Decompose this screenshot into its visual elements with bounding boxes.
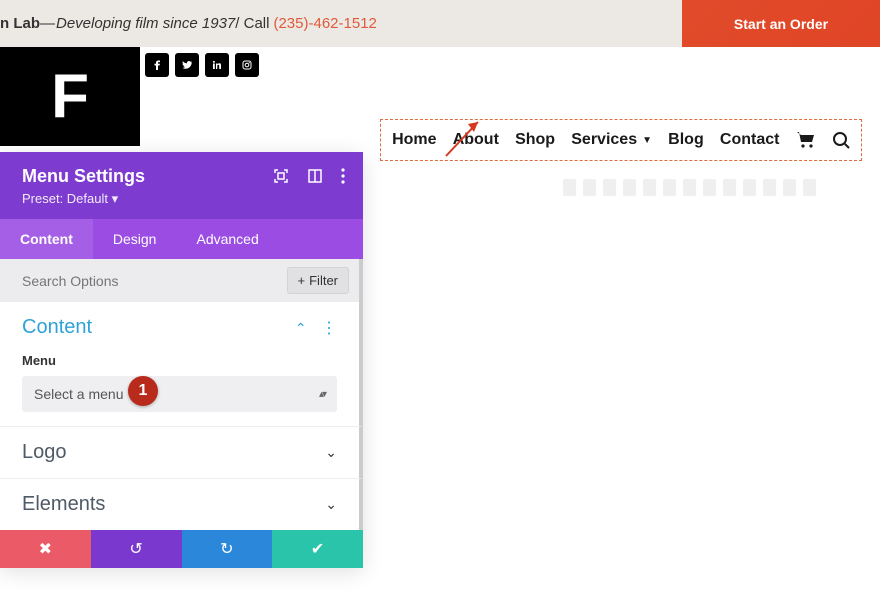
- tab-design[interactable]: Design: [93, 219, 177, 259]
- panel-tabs: Content Design Advanced: [0, 219, 363, 259]
- undo-button[interactable]: ↺: [91, 530, 182, 568]
- start-order-button[interactable]: Start an Order: [682, 0, 880, 47]
- instagram-icon[interactable]: [235, 53, 259, 77]
- save-button[interactable]: ✔: [272, 530, 363, 568]
- group-elements-toggle[interactable]: Elements ⌄: [22, 493, 337, 516]
- menu-field-label: Menu: [22, 353, 337, 368]
- panel-header: Menu Settings Preset: Default ▾: [0, 152, 363, 219]
- redo-button[interactable]: ↻: [182, 530, 273, 568]
- linkedin-icon[interactable]: [205, 53, 229, 77]
- filter-button[interactable]: + Filter: [287, 267, 349, 294]
- expand-icon[interactable]: [273, 168, 289, 189]
- nav-blog[interactable]: Blog: [668, 131, 704, 149]
- nav-home[interactable]: Home: [392, 131, 436, 149]
- announcement-bar: n Lab — Developing film since 1937 / Cal…: [0, 0, 880, 47]
- announcement-text: n Lab — Developing film since 1937 / Cal…: [0, 15, 377, 32]
- main-nav-module[interactable]: Home About Shop Services ▼ Blog Contact: [380, 119, 862, 161]
- tab-advanced[interactable]: Advanced: [176, 219, 278, 259]
- close-icon: ✖: [39, 539, 52, 559]
- options-search-row: + Filter: [0, 259, 363, 302]
- facebook-icon[interactable]: [145, 53, 169, 77]
- brand-fragment: n Lab: [0, 15, 40, 32]
- redo-icon: ↻: [220, 539, 233, 559]
- nav-shop[interactable]: Shop: [515, 131, 555, 149]
- group-logo-toggle[interactable]: Logo ⌄: [22, 441, 337, 464]
- chevron-down-icon: ▼: [642, 135, 652, 146]
- group-logo: Logo ⌄: [0, 427, 363, 479]
- nav-contact[interactable]: Contact: [720, 131, 780, 149]
- kebab-menu-icon[interactable]: ⋮: [321, 320, 337, 337]
- search-icon[interactable]: [832, 131, 850, 149]
- site-header: F Home About Shop Services ▼ Blog Contac…: [0, 47, 880, 146]
- undo-icon: ↺: [129, 539, 142, 559]
- callout-badge-1: 1: [128, 376, 158, 406]
- check-icon: ✔: [311, 539, 324, 559]
- tagline: Developing film since 1937: [56, 15, 235, 32]
- select-updown-icon: ▴▾: [319, 389, 325, 400]
- menu-select[interactable]: Select a menu ▴▾: [22, 376, 337, 412]
- twitter-icon[interactable]: [175, 53, 199, 77]
- tab-content[interactable]: Content: [0, 219, 93, 259]
- plus-icon: +: [298, 273, 306, 288]
- chevron-down-icon: ⌄: [325, 496, 337, 513]
- close-button[interactable]: ✖: [0, 530, 91, 568]
- menu-settings-panel: Menu Settings Preset: Default ▾ Content …: [0, 152, 363, 568]
- preset-selector[interactable]: Preset: Default ▾: [22, 191, 341, 207]
- options-search-input[interactable]: [22, 273, 202, 289]
- phone-link[interactable]: (235)-462-1512: [273, 15, 376, 32]
- group-content-toggle[interactable]: Content ⌃ ⋮: [22, 316, 337, 339]
- group-elements: Elements ⌄: [0, 479, 363, 530]
- cart-icon[interactable]: [796, 131, 816, 149]
- columns-icon[interactable]: [307, 168, 323, 189]
- kebab-menu-icon[interactable]: [341, 168, 345, 189]
- nav-services[interactable]: Services ▼: [571, 131, 652, 149]
- group-content: Content ⌃ ⋮ Menu Select a menu ▴▾: [0, 302, 363, 427]
- site-logo[interactable]: F: [0, 47, 140, 146]
- panel-action-bar: ✖ ↺ ↻ ✔: [0, 530, 363, 568]
- chevron-up-icon: ⌃: [295, 320, 307, 336]
- chevron-down-icon: ⌄: [325, 444, 337, 461]
- nav-placeholder-row: [563, 179, 816, 196]
- nav-about[interactable]: About: [453, 131, 499, 149]
- social-links: [145, 53, 259, 77]
